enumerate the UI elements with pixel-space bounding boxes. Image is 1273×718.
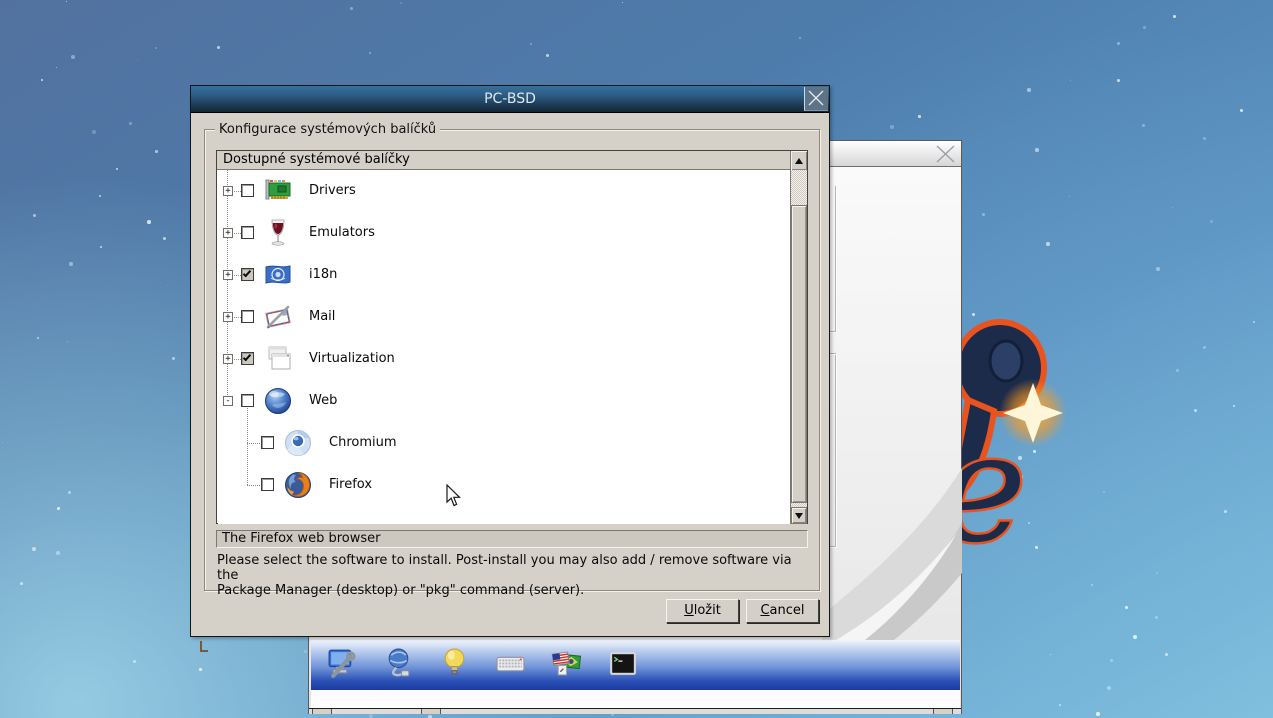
dialog-titlebar[interactable]: PC-BSD bbox=[191, 86, 829, 113]
instructions-line-2: Package Manager (desktop) or "pkg" comma… bbox=[217, 583, 585, 598]
expand-toggle[interactable]: + bbox=[223, 312, 233, 322]
button-mnemonic: C bbox=[760, 603, 770, 618]
stacked-windows-icon bbox=[268, 346, 291, 370]
terminal-icon[interactable] bbox=[606, 647, 639, 680]
package-description-text: The Firefox web browser bbox=[222, 531, 381, 546]
tree-label: Mail bbox=[309, 309, 336, 324]
button-mnemonic: U bbox=[684, 603, 694, 618]
hidden-groupbox-edge bbox=[835, 186, 836, 331]
expand-toggle[interactable]: + bbox=[223, 186, 233, 196]
checkbox-i18n[interactable] bbox=[241, 268, 254, 281]
close-icon bbox=[808, 90, 824, 106]
scroll-down-icon bbox=[795, 512, 803, 519]
package-description-box: The Firefox web browser bbox=[216, 530, 808, 548]
resize-grip[interactable] bbox=[421, 709, 441, 714]
cancel-button[interactable]: Cancel bbox=[746, 599, 819, 623]
pci-card-icon bbox=[265, 179, 291, 200]
scroll-up-icon bbox=[795, 157, 803, 164]
tree-label: i18n bbox=[309, 267, 338, 282]
wizard-close-icon[interactable] bbox=[934, 144, 957, 164]
instructions-text: Please select the software to install. P… bbox=[217, 553, 817, 598]
mouse-cursor bbox=[446, 484, 461, 507]
chromium-icon bbox=[285, 430, 311, 456]
tree-label: Firefox bbox=[329, 477, 373, 492]
tree-label: Drivers bbox=[309, 183, 356, 198]
localization-flags-icon[interactable] bbox=[550, 647, 583, 680]
tree-row-virtualization[interactable]: + Virtualization bbox=[218, 338, 791, 380]
resize-grip[interactable] bbox=[933, 709, 953, 714]
column-header-label: Dostupné systémové balíčky bbox=[223, 152, 410, 167]
firefox-icon bbox=[285, 472, 311, 498]
checkbox-emulators[interactable] bbox=[241, 226, 254, 239]
tree-row-emulators[interactable]: + Emulators bbox=[218, 212, 791, 254]
expand-toggle[interactable]: + bbox=[223, 270, 233, 280]
checkbox-chromium[interactable] bbox=[261, 436, 274, 449]
scrollbar-thumb[interactable] bbox=[791, 205, 807, 503]
scrollbar-up-button[interactable] bbox=[790, 151, 807, 170]
button-label: ložit bbox=[693, 603, 721, 618]
list-column-header[interactable]: Dostupné systémové balíčky bbox=[217, 151, 807, 170]
checkbox-drivers[interactable] bbox=[241, 184, 254, 197]
package-list: Dostupné systémové balíčky + Drivers + E… bbox=[216, 150, 808, 524]
collapse-toggle[interactable]: - bbox=[223, 396, 233, 406]
wizard-bottom-border bbox=[309, 708, 961, 714]
expand-toggle[interactable]: + bbox=[223, 228, 233, 238]
package-tree: + Drivers + Emulators + i18n + Mail + Vi… bbox=[218, 170, 791, 524]
globe-icon bbox=[265, 388, 291, 414]
system-settings-icon[interactable] bbox=[326, 647, 359, 680]
resize-grip[interactable] bbox=[312, 709, 332, 714]
tree-row-drivers[interactable]: + Drivers bbox=[218, 170, 791, 212]
checkbox-virtualization[interactable] bbox=[241, 352, 254, 365]
dialog-close-button[interactable] bbox=[804, 87, 828, 111]
button-label: ancel bbox=[769, 603, 805, 618]
tree-row-web[interactable]: - Web bbox=[218, 380, 791, 422]
wizard-toolbar: Zrušit Zpět Další bbox=[311, 640, 960, 690]
keyboard-icon[interactable] bbox=[494, 647, 527, 680]
tree-label: Web bbox=[309, 393, 338, 408]
checkbox-mail[interactable] bbox=[241, 310, 254, 323]
envelope-pen-icon bbox=[265, 305, 291, 329]
tree-row-chromium[interactable]: Chromium bbox=[218, 422, 791, 464]
un-flag-icon bbox=[265, 265, 291, 284]
check-icon bbox=[242, 268, 252, 278]
tree-row-firefox[interactable]: Firefox bbox=[218, 464, 791, 506]
tree-label: Emulators bbox=[309, 225, 375, 240]
groupbox-label: Konfigurace systémových balíčků bbox=[215, 122, 441, 137]
tree-label: Virtualization bbox=[309, 351, 395, 366]
tree-row-mail[interactable]: + Mail bbox=[218, 296, 791, 338]
checkbox-web[interactable] bbox=[241, 394, 254, 407]
scrollbar-down-button[interactable] bbox=[791, 507, 807, 524]
wizard-statusbar bbox=[311, 690, 960, 708]
pcbsd-package-dialog: PC-BSD Konfigurace systémových balíčků D… bbox=[190, 85, 830, 637]
check-icon bbox=[242, 352, 252, 362]
wallpaper-branch-mark bbox=[200, 641, 208, 652]
instructions-line-1: Please select the software to install. P… bbox=[217, 553, 792, 583]
checkbox-firefox[interactable] bbox=[261, 478, 274, 491]
hint-bulb-icon[interactable] bbox=[438, 647, 471, 680]
vertical-scrollbar[interactable] bbox=[790, 170, 807, 524]
wine-glass-icon bbox=[271, 219, 285, 246]
tree-label: Chromium bbox=[329, 435, 397, 450]
dialog-title: PC-BSD bbox=[484, 91, 536, 107]
tree-row-i18n[interactable]: + i18n bbox=[218, 254, 791, 296]
pcbsd-9e-wallpaper-logo: e bbox=[936, 319, 1067, 579]
network-icon[interactable] bbox=[382, 647, 415, 680]
save-button[interactable]: Uložit bbox=[666, 599, 739, 623]
expand-toggle[interactable]: + bbox=[223, 354, 233, 364]
